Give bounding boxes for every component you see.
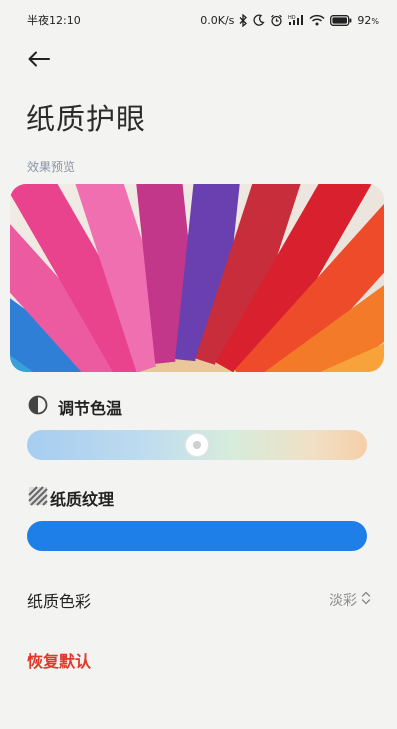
alarm-icon [270, 14, 283, 27]
reset-default-button[interactable]: 恢复默认 [27, 648, 91, 672]
battery-level: 92% [357, 13, 379, 27]
half-circle-icon [28, 395, 48, 419]
colored-pencils-image [10, 184, 384, 372]
paper-texture-header: 纸质纹理 [28, 486, 114, 510]
color-temperature-title: 调节色温 [58, 399, 123, 418]
wifi-icon [309, 14, 325, 26]
paper-texture-slider[interactable] [27, 521, 367, 551]
paper-color-selector[interactable]: 淡彩 [329, 590, 371, 610]
status-bar: 半夜12:10 0.0K/s HD 92% [0, 0, 397, 40]
color-temperature-header: 调节色温 [28, 395, 122, 419]
status-icons: 0.0K/s HD 92% [200, 13, 379, 27]
preview-label: 效果预览 [27, 160, 76, 174]
page-title: 纸质护眼 [26, 102, 147, 136]
slider-thumb[interactable] [185, 433, 209, 457]
battery-icon [330, 14, 352, 26]
svg-text:HD: HD [288, 15, 296, 21]
bluetooth-icon [239, 13, 248, 27]
network-speed: 0.0K/s [200, 13, 235, 27]
status-time: 半夜12:10 [27, 14, 81, 27]
paper-color-value: 淡彩 [329, 593, 357, 609]
up-down-chevron-icon [361, 590, 371, 610]
arrow-left-icon [28, 51, 50, 71]
back-button[interactable] [22, 46, 56, 76]
moon-icon [253, 14, 265, 26]
paper-texture-title: 纸质纹理 [50, 490, 115, 509]
hatched-square-icon [28, 486, 48, 510]
paper-color-row[interactable]: 纸质色彩 淡彩 [27, 585, 371, 615]
color-temperature-slider[interactable] [27, 430, 367, 460]
slider-thumb-dot [193, 441, 201, 449]
hd-signal-icon: HD [288, 14, 304, 26]
paper-color-label: 纸质色彩 [27, 592, 92, 611]
